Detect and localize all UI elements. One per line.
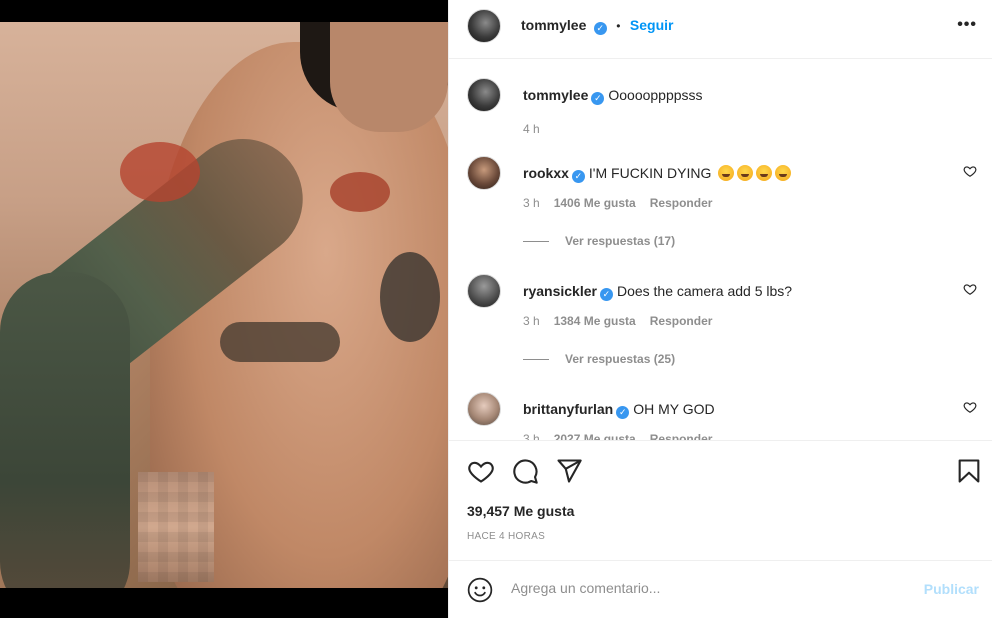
comment-time[interactable]: 3 h [523,432,540,440]
rofl-emoji-icon [718,165,735,181]
more-options-icon[interactable]: ••• [957,16,977,34]
comments-list[interactable]: tommylee ✓ Oooooppppsss 4 h rookxx ✓ I'M FUC… [449,60,992,440]
caption-text: Oooooppppsss [608,87,703,103]
comment-avatar[interactable] [467,392,501,426]
comment-avatar[interactable] [467,156,501,190]
rofl-emoji-icon [756,165,773,181]
follow-button[interactable]: Seguir [630,17,674,33]
caption: tommylee ✓ Oooooppppsss 4 h [467,78,977,138]
verified-badge-icon: ✓ [591,92,605,105]
verified-badge-icon: ✓ [599,288,613,301]
comment-avatar[interactable] [467,274,501,308]
comment-item: brittanyfurlan ✓ OH MY GOD 3 h 2027 Me gust… [467,392,977,440]
comment-like-heart-icon[interactable] [963,164,977,178]
post-timestamp[interactable]: HACE 4 HORAS [467,531,545,542]
caption-time[interactable]: 4 h [523,122,540,136]
post-photo [0,22,448,588]
comment-time[interactable]: 3 h [523,314,540,328]
comment-likes[interactable]: 2027 Me gusta [554,432,636,440]
owner-avatar[interactable] [467,9,501,43]
comment-text: OH MY GOD [633,401,715,417]
caption-username[interactable]: tommylee [523,87,588,103]
paper-plane-icon[interactable] [555,457,583,485]
comment-likes[interactable]: 1406 Me gusta [554,196,636,210]
post-media[interactable] [0,0,448,618]
owner-username[interactable]: tommylee [521,17,586,33]
censored-area [138,472,214,582]
publish-button[interactable]: Publicar [924,581,979,597]
view-replies[interactable]: Ver respuestas (25) [523,352,675,366]
comment-like-heart-icon[interactable] [963,400,977,414]
rofl-emoji-icon [737,165,754,181]
caption-avatar[interactable] [467,78,501,112]
comment-like-heart-icon[interactable] [963,282,977,296]
view-replies[interactable]: Ver respuestas (17) [523,234,675,248]
comment-username[interactable]: brittanyfurlan [523,401,613,417]
separator-dot: • [616,19,621,33]
bookmark-icon[interactable] [955,457,983,485]
reply-button[interactable]: Responder [650,196,713,210]
comment-text: Does the camera add 5 lbs? [616,283,793,299]
comment-time[interactable]: 3 h [523,196,540,210]
post-sidebar: tommylee ✓ • Seguir ••• tommylee ✓ Ooooopp… [448,0,992,618]
rofl-emoji-icon [775,165,792,181]
smiley-icon[interactable] [467,577,493,603]
post-header: tommylee ✓ • Seguir ••• [449,0,992,59]
comment-username[interactable]: ryansickler [523,283,597,299]
verified-badge-icon: ✓ [571,170,585,183]
verified-badge-icon: ✓ [616,406,630,419]
verified-badge-icon: ✓ [593,22,607,35]
comment-item: ryansickler ✓ Does the camera add 5 lbs? 3… [467,274,977,374]
comment-item: rookxx ✓ I'M FUCKIN DYING 3 h 1406 Me gusta… [467,156,977,256]
reply-button[interactable]: Responder [650,432,713,440]
heart-icon[interactable] [467,457,495,485]
likes-count[interactable]: 39,457 Me gusta [467,503,574,519]
comment-composer: Publicar [449,560,992,618]
comment-input[interactable] [511,580,891,596]
comment-icon[interactable] [511,457,539,485]
action-bar: 39,457 Me gusta HACE 4 HORAS [449,440,992,560]
comment-text: I'M FUCKIN DYING [588,165,712,181]
comment-likes[interactable]: 1384 Me gusta [554,314,636,328]
comment-username[interactable]: rookxx [523,165,569,181]
reply-button[interactable]: Responder [650,314,713,328]
